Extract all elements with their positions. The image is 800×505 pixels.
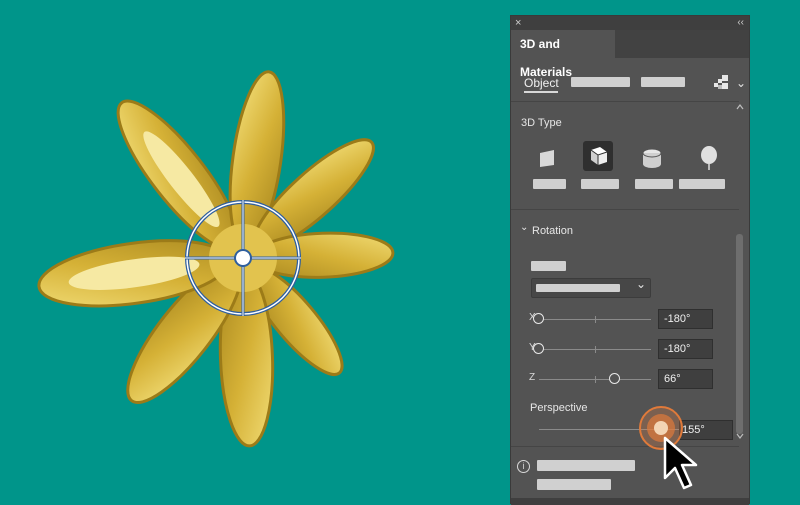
scroll-up-icon[interactable] — [734, 102, 746, 112]
section-3d-type: 3D Type — [521, 117, 562, 129]
divider — [511, 209, 739, 210]
rotation-widget[interactable] — [183, 198, 303, 318]
gradient-icon[interactable] — [714, 75, 728, 89]
preset-value-placeholder — [536, 284, 620, 292]
slider-tick — [595, 316, 596, 323]
tab-materials-placeholder[interactable] — [571, 77, 630, 87]
rotation-x-input[interactable]: -180° — [658, 309, 713, 329]
rotation-z-label: Z — [529, 372, 536, 383]
revolve-label-placeholder — [635, 179, 673, 189]
collapse-icon[interactable]: ‹‹ — [737, 16, 744, 30]
rotation-y-knob[interactable] — [533, 343, 544, 354]
extrude-label-placeholder — [581, 179, 619, 189]
extrude-icon[interactable] — [583, 141, 613, 171]
slider-tick — [595, 346, 596, 353]
render-option-placeholder[interactable] — [537, 460, 635, 471]
scroll-down-icon[interactable] — [734, 431, 746, 441]
tab-lighting-placeholder[interactable] — [641, 77, 685, 87]
rotation-center-handle[interactable] — [234, 249, 252, 267]
perspective-knob-active[interactable] — [639, 406, 709, 496]
chevron-down-icon: ⌄ — [636, 277, 647, 291]
rotation-x-knob[interactable] — [533, 313, 544, 324]
active-tab-underline — [524, 91, 558, 93]
perspective-label: Perspective — [530, 402, 588, 414]
plane-label-placeholder — [533, 179, 566, 189]
chevron-down-icon: ⌄ — [520, 222, 529, 233]
inflate-label-placeholder — [679, 179, 725, 189]
arrow-cursor-icon — [663, 436, 698, 490]
render-button-placeholder[interactable] — [537, 479, 611, 490]
slider-tick — [595, 376, 596, 383]
divider — [511, 101, 739, 102]
rotation-preset-dropdown[interactable]: ⌄ — [531, 277, 651, 298]
tab-object-label: Object — [524, 76, 559, 90]
inflate-icon[interactable] — [694, 143, 724, 173]
3d-materials-panel: × ‹‹ 3D and Materials Object ⌄ 3D Type ⌄… — [510, 15, 750, 505]
revolve-icon[interactable] — [637, 143, 667, 173]
rotation-y-input[interactable]: -180° — [658, 339, 713, 359]
rotation-z-input[interactable]: 66° — [658, 369, 713, 389]
section-rotation: Rotation — [532, 225, 573, 237]
rotation-z-knob[interactable] — [609, 373, 621, 384]
info-icon[interactable]: i — [517, 460, 530, 473]
chevron-down-icon[interactable]: ⌄ — [736, 76, 746, 90]
panel-scrollbar-thumb[interactable] — [736, 234, 743, 434]
close-icon[interactable]: × — [515, 16, 521, 30]
panel-tab-row: 3D and Materials — [511, 30, 749, 79]
plane-icon[interactable] — [533, 143, 563, 173]
presets-label-placeholder — [531, 261, 566, 271]
tab-3d-and-materials[interactable]: 3D and Materials — [511, 30, 615, 79]
panel-title-bar: × ‹‹ — [511, 16, 749, 30]
